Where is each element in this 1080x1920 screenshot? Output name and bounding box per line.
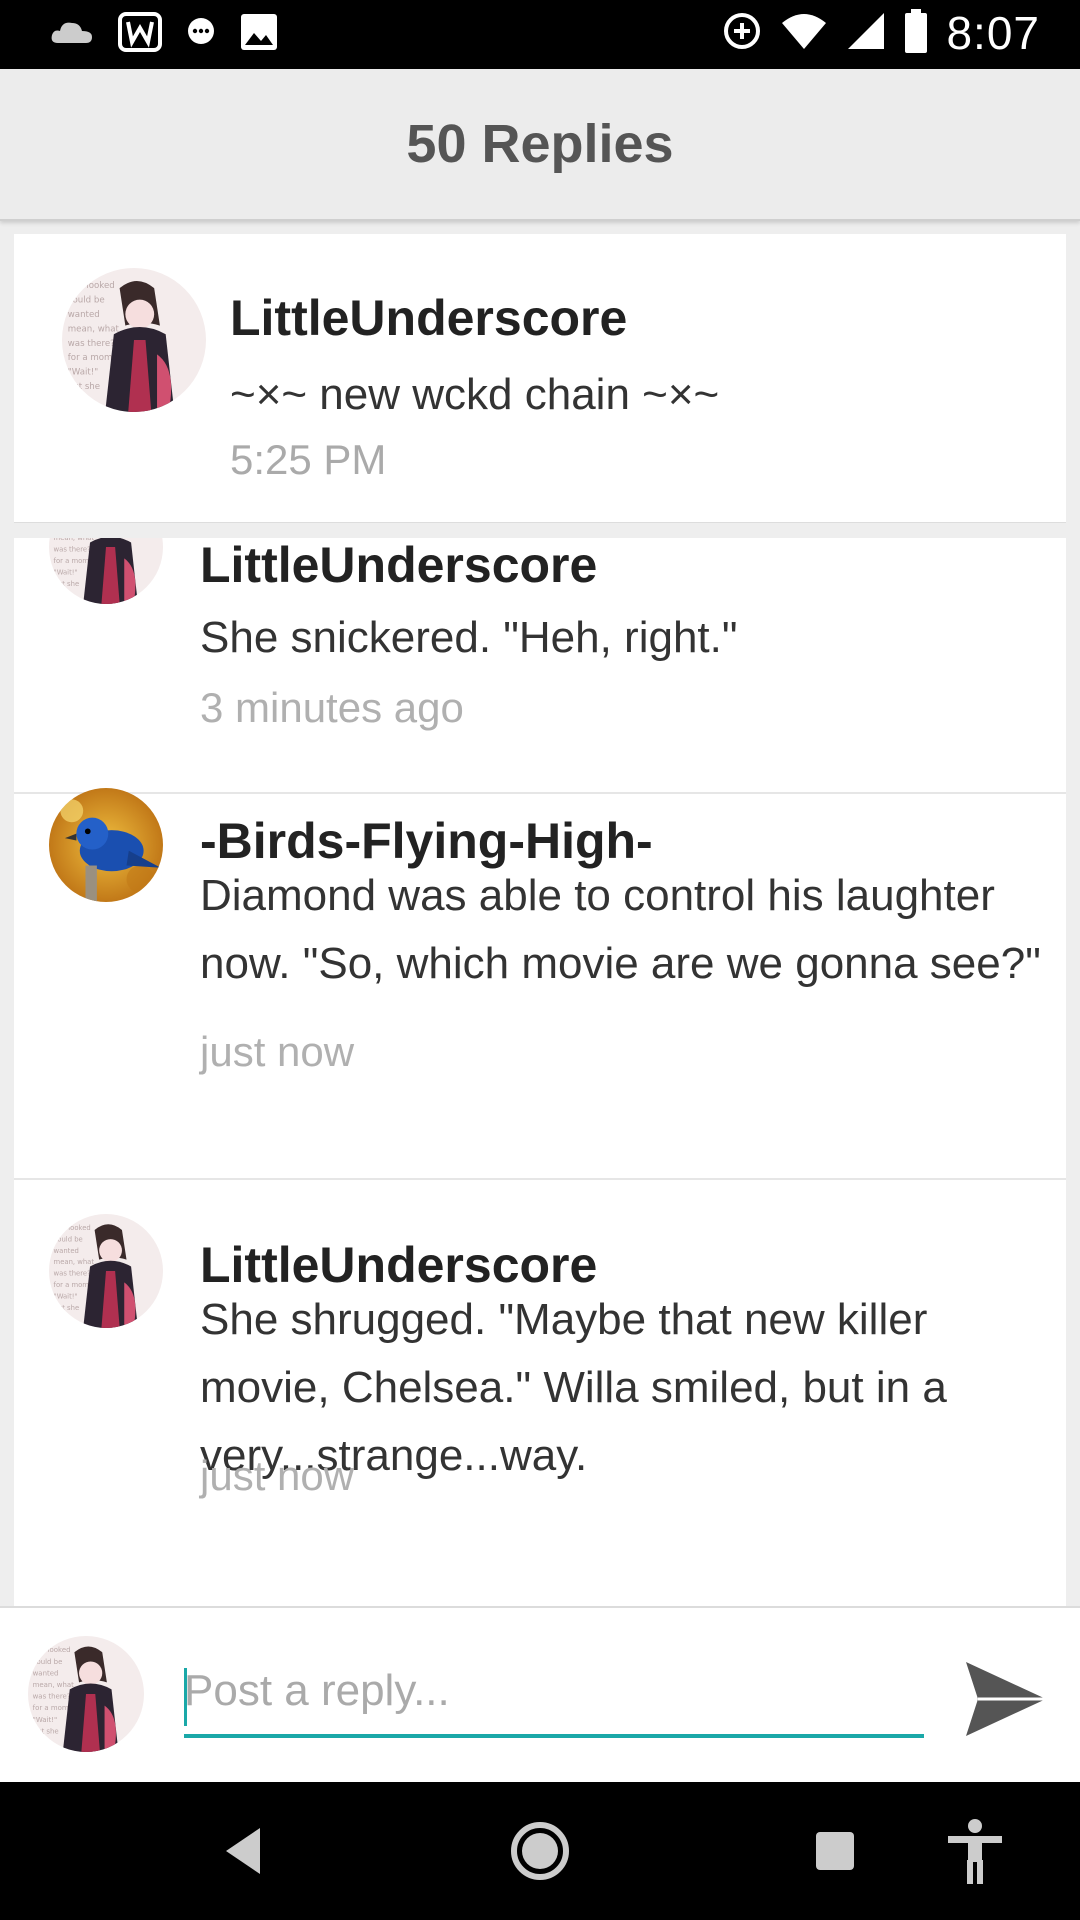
- send-icon: [966, 1662, 1046, 1736]
- text-caret: [184, 1668, 187, 1726]
- accessibility-button[interactable]: [940, 1816, 1010, 1886]
- image-icon: [240, 13, 278, 56]
- list-item: LittleUnderscore She shrugged. "Maybe th…: [14, 1180, 1066, 1606]
- post-title: ~×~ new wckd chain ~×~: [230, 370, 720, 419]
- replies-list[interactable]: LittleUnderscore She snickered. "Heh, ri…: [14, 538, 1066, 1606]
- navigation-bar: [0, 1782, 1080, 1920]
- recents-icon: [816, 1832, 854, 1870]
- reply-author[interactable]: LittleUnderscore: [200, 538, 597, 594]
- original-post-card[interactable]: LittleUnderscore ~×~ new wckd chain ~×~ …: [14, 234, 1066, 523]
- avatar[interactable]: [49, 538, 163, 604]
- battery-icon: [904, 8, 928, 58]
- home-icon: [511, 1822, 569, 1880]
- wattpad-icon: [118, 12, 162, 57]
- avatar[interactable]: [49, 788, 163, 902]
- recents-button[interactable]: [800, 1816, 870, 1886]
- back-button[interactable]: [208, 1816, 278, 1886]
- avatar: [28, 1636, 144, 1752]
- cloud-icon: [50, 19, 94, 50]
- reply-text: She snickered. "Heh, right.": [200, 613, 738, 662]
- reply-composer: [0, 1606, 1080, 1784]
- avatar[interactable]: [62, 268, 206, 412]
- send-button[interactable]: [960, 1654, 1050, 1744]
- status-bar: 8:07: [0, 0, 1080, 69]
- data-saver-icon: [722, 11, 762, 56]
- page-title: 50 Replies: [406, 114, 674, 174]
- post-time: 5:25 PM: [230, 436, 387, 483]
- avatar[interactable]: [49, 1214, 163, 1328]
- chat-bubble-icon: [186, 17, 216, 52]
- header: 50 Replies: [0, 69, 1080, 221]
- accessibility-icon: [948, 1819, 1002, 1884]
- cell-signal-icon: [846, 11, 886, 56]
- list-item: -Birds-Flying-High- Diamond was able to …: [14, 754, 1066, 1180]
- back-icon: [226, 1828, 260, 1874]
- reply-text: Diamond was able to control his laughter…: [200, 871, 1041, 988]
- reply-time: just now: [200, 1452, 355, 1499]
- post-author[interactable]: LittleUnderscore: [230, 289, 627, 347]
- reply-time: 3 minutes ago: [200, 684, 464, 731]
- wifi-icon: [780, 11, 828, 56]
- home-button[interactable]: [505, 1816, 575, 1886]
- reply-input[interactable]: [184, 1658, 924, 1738]
- reply-time: just now: [200, 1028, 355, 1075]
- clock: 8:07: [946, 7, 1040, 59]
